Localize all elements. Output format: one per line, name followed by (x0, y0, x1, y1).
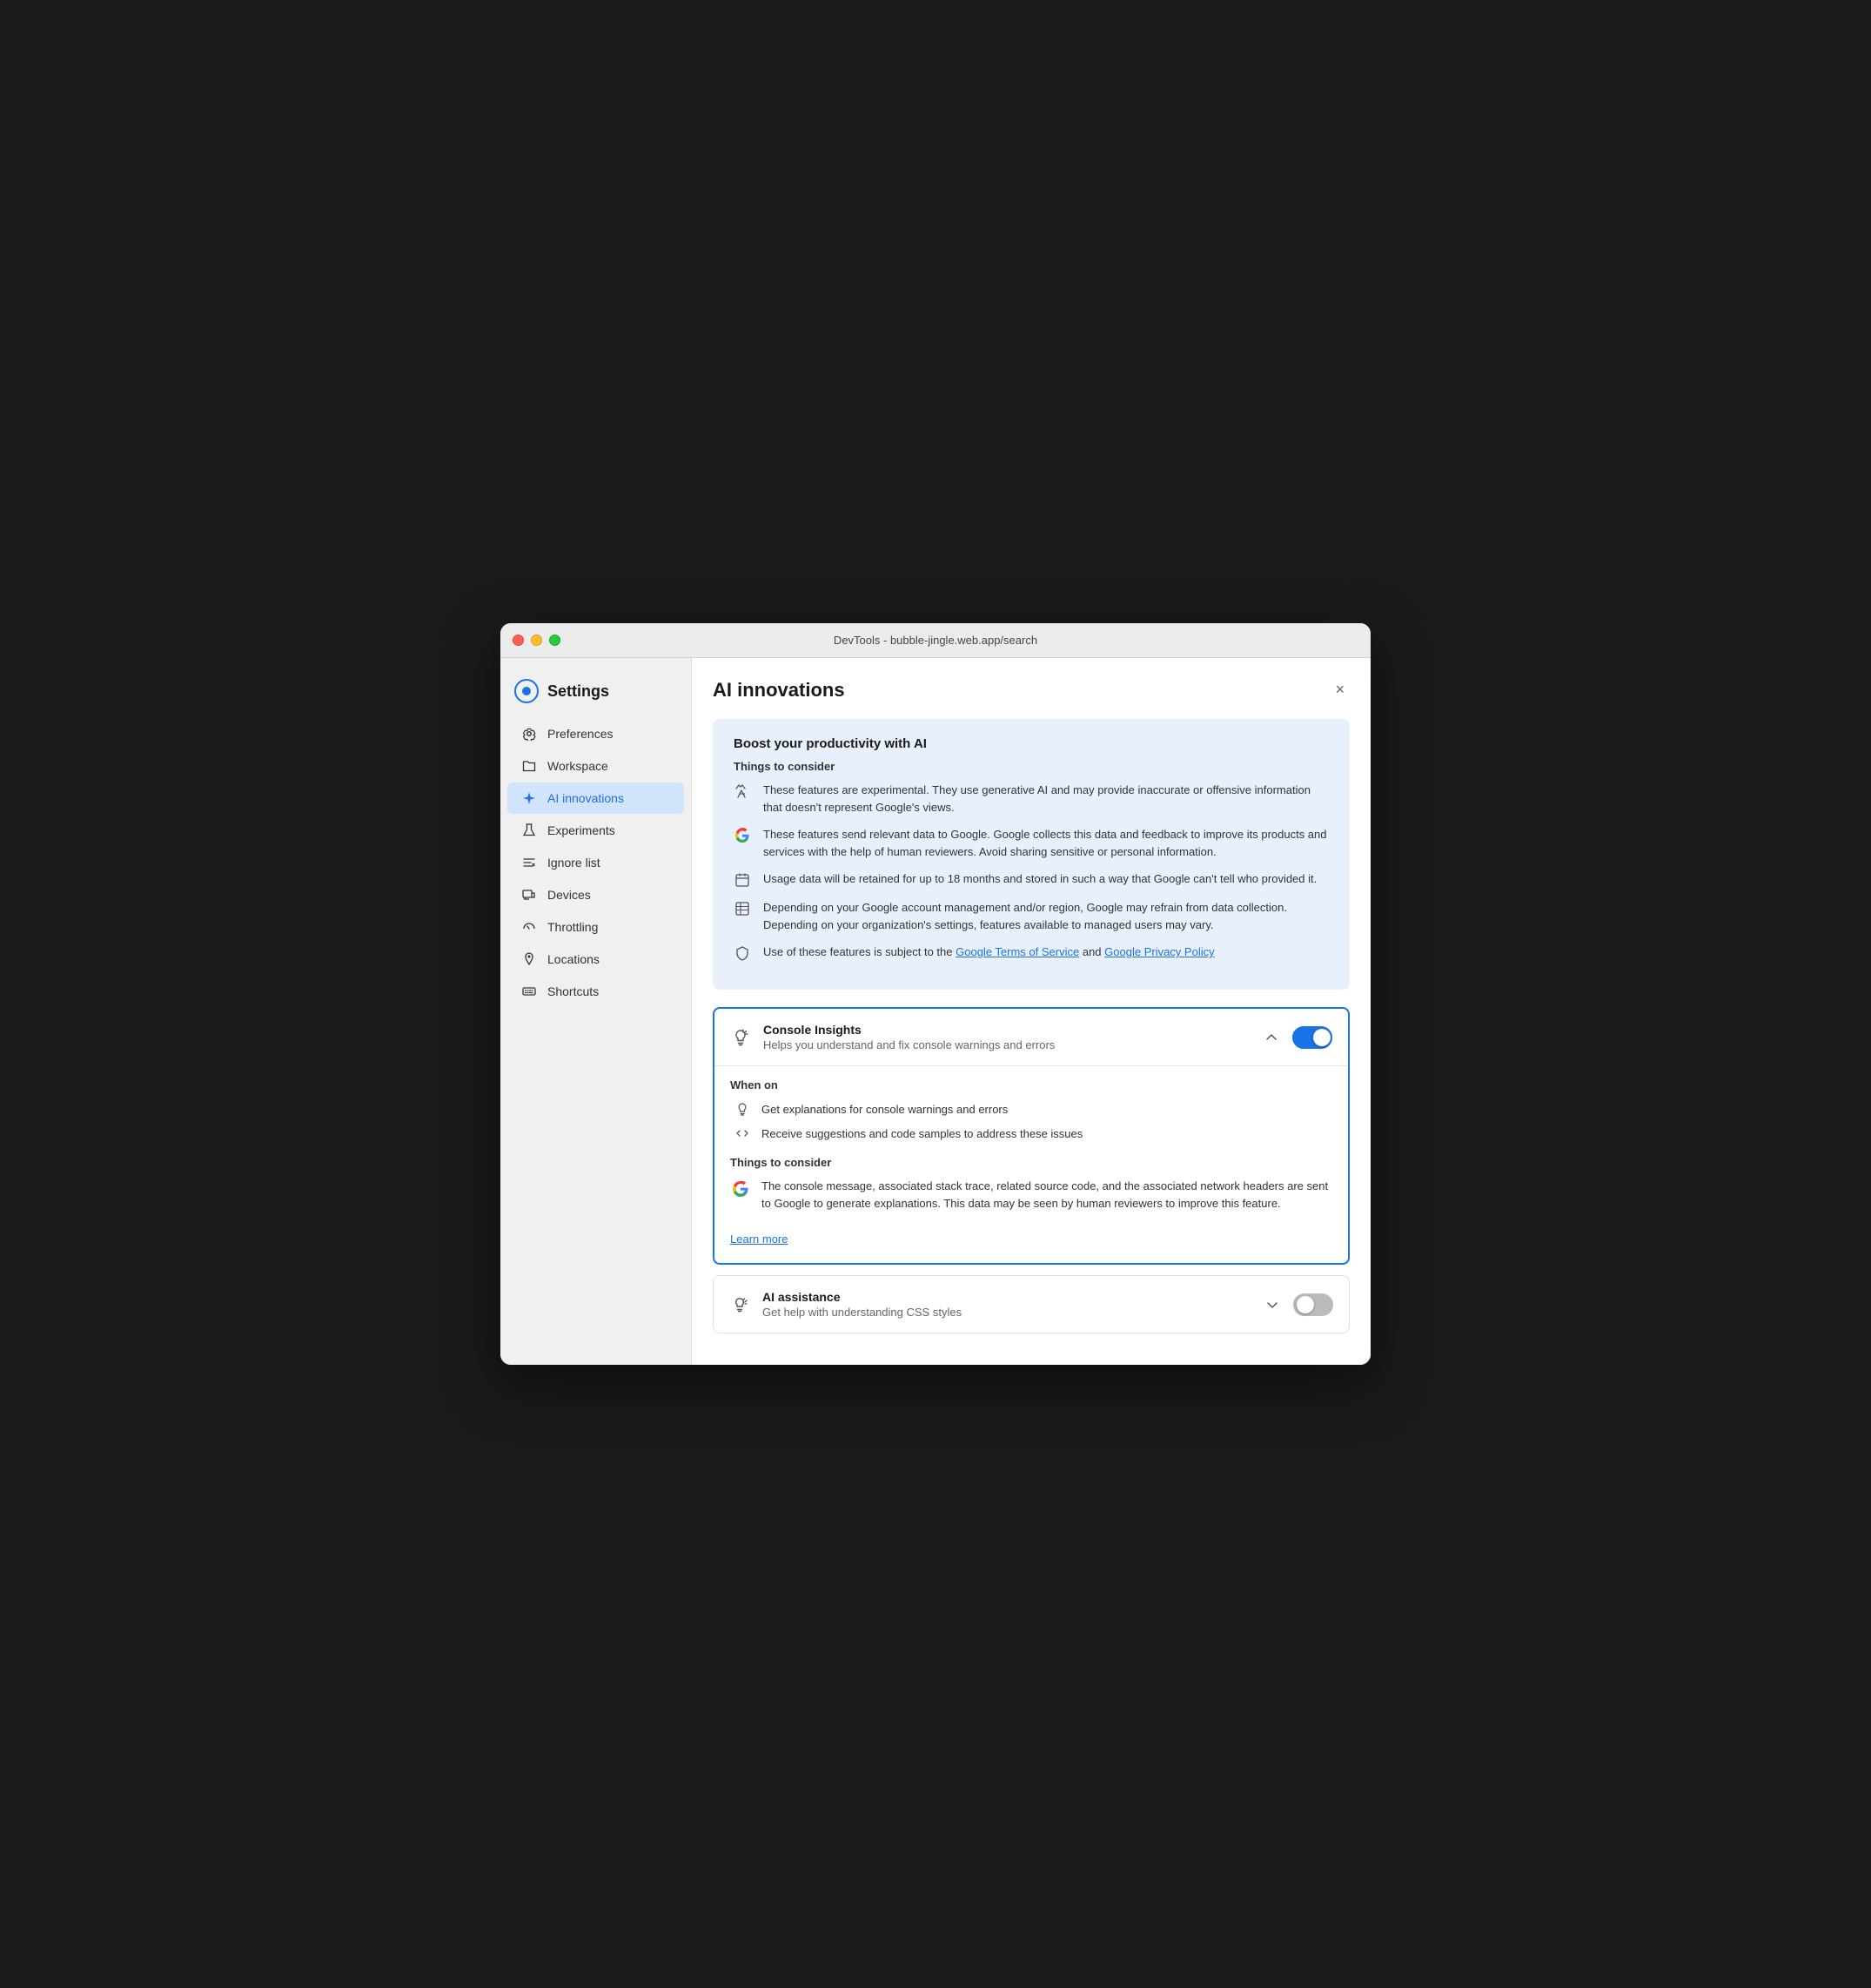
info-item-experimental: These features are experimental. They us… (734, 782, 1329, 816)
sidebar-item-label: Preferences (547, 727, 613, 741)
pin-icon (521, 951, 537, 967)
sidebar-header: Settings (500, 672, 691, 717)
close-traffic-light[interactable] (513, 635, 524, 646)
calendar-icon (734, 871, 751, 889)
things-title: Things to consider (730, 1156, 1332, 1169)
info-item-tos: Use of these features is subject to the … (734, 944, 1329, 962)
code-icon (734, 1125, 751, 1142)
info-item-calendar: Usage data will be retained for up to 18… (734, 870, 1329, 889)
minimize-traffic-light[interactable] (531, 635, 542, 646)
sidebar-item-label: Ignore list (547, 856, 600, 870)
feature-card-actions (1261, 1026, 1332, 1049)
devtools-window: DevTools - bubble-jingle.web.app/search … (500, 623, 1371, 1365)
toggle-knob (1313, 1029, 1331, 1046)
experimental-icon (734, 782, 751, 800)
info-card-subtitle: Things to consider (734, 760, 1329, 773)
info-item-text-tos: Use of these features is subject to the … (763, 944, 1215, 961)
traffic-lights (513, 635, 560, 646)
shield-icon (734, 944, 751, 962)
feature-name: Console Insights (763, 1023, 1249, 1037)
feature-card-ai-assistance: AI assistance Get help with understandin… (713, 1275, 1350, 1333)
google-g-icon (730, 1179, 751, 1199)
info-item-table: Depending on your Google account managem… (734, 899, 1329, 933)
feature-card-header: AI assistance Get help with understandin… (714, 1276, 1349, 1333)
info-card: Boost your productivity with AI Things t… (713, 719, 1350, 990)
flask-icon (521, 823, 537, 838)
sidebar-item-ai-innovations[interactable]: AI innovations (507, 782, 684, 814)
expand-button[interactable] (1262, 1294, 1283, 1315)
table-icon (734, 900, 751, 917)
sidebar-item-label: Locations (547, 952, 600, 966)
feature-card-header: Console Insights Helps you understand an… (714, 1009, 1348, 1065)
list-x-icon (521, 855, 537, 870)
info-item-text: Usage data will be retained for up to 18… (763, 870, 1317, 888)
info-item-text: Depending on your Google account managem… (763, 899, 1329, 933)
ai-assist-icon (729, 1294, 750, 1315)
main-panel: AI innovations × Boost your productivity… (692, 658, 1371, 1365)
privacy-link[interactable]: Google Privacy Policy (1104, 945, 1214, 958)
keyboard-icon (521, 984, 537, 999)
sparkle-icon (521, 790, 537, 806)
sidebar-item-locations[interactable]: Locations (507, 944, 684, 975)
sidebar-item-label: Throttling (547, 920, 598, 934)
when-on-item-text: Receive suggestions and code samples to … (761, 1127, 1083, 1140)
feature-expanded-content: When on Get explanations for console war… (714, 1065, 1348, 1263)
folder-icon (521, 758, 537, 774)
settings-logo-icon (514, 679, 539, 703)
when-on-title: When on (730, 1078, 1332, 1091)
titlebar: DevTools - bubble-jingle.web.app/search (500, 623, 1371, 658)
ai-assistance-toggle[interactable] (1293, 1293, 1333, 1316)
sidebar-item-label: Devices (547, 888, 591, 902)
sidebar-title: Settings (547, 682, 609, 701)
console-insights-toggle[interactable] (1292, 1026, 1332, 1049)
main-content: Settings Preferences (500, 658, 1371, 1365)
feature-description: Helps you understand and fix console war… (763, 1038, 1249, 1051)
sidebar-item-shortcuts[interactable]: Shortcuts (507, 976, 684, 1007)
sidebar-item-preferences[interactable]: Preferences (507, 718, 684, 749)
feature-name: AI assistance (762, 1290, 1250, 1304)
sidebar-item-label: AI innovations (547, 791, 624, 805)
toggle-knob (1297, 1296, 1314, 1313)
close-button[interactable]: × (1330, 679, 1350, 701)
sidebar-item-throttling[interactable]: Throttling (507, 911, 684, 943)
sidebar-item-label: Shortcuts (547, 984, 599, 998)
devices-icon (521, 887, 537, 903)
sidebar-item-label: Workspace (547, 759, 608, 773)
collapse-button[interactable] (1261, 1027, 1282, 1048)
maximize-traffic-light[interactable] (549, 635, 560, 646)
feature-card-actions (1262, 1293, 1333, 1316)
google-icon (734, 827, 751, 844)
titlebar-text: DevTools - bubble-jingle.web.app/search (834, 634, 1037, 647)
lightbulb-plus-icon (730, 1027, 751, 1048)
tos-link[interactable]: Google Terms of Service (956, 945, 1079, 958)
learn-more-link[interactable]: Learn more (730, 1232, 788, 1246)
things-item-text: The console message, associated stack tr… (761, 1178, 1332, 1212)
gauge-icon (521, 919, 537, 935)
when-on-item-1: Get explanations for console warnings an… (730, 1100, 1332, 1118)
sidebar-item-workspace[interactable]: Workspace (507, 750, 684, 782)
lightbulb-icon (734, 1100, 751, 1118)
when-on-item-2: Receive suggestions and code samples to … (730, 1125, 1332, 1142)
sidebar-item-devices[interactable]: Devices (507, 879, 684, 910)
feature-card-info: Console Insights Helps you understand an… (763, 1023, 1249, 1051)
info-item-text: These features send relevant data to Goo… (763, 826, 1329, 860)
things-item-1: The console message, associated stack tr… (730, 1178, 1332, 1212)
sidebar-item-ignore-list[interactable]: Ignore list (507, 847, 684, 878)
info-card-title: Boost your productivity with AI (734, 736, 1329, 751)
sidebar-item-label: Experiments (547, 823, 615, 837)
page-title: AI innovations (713, 679, 845, 702)
info-item-text: These features are experimental. They us… (763, 782, 1329, 816)
main-header: AI innovations × (713, 679, 1350, 702)
feature-card-console-insights: Console Insights Helps you understand an… (713, 1007, 1350, 1265)
gear-icon (521, 726, 537, 742)
sidebar: Settings Preferences (500, 658, 692, 1365)
when-on-item-text: Get explanations for console warnings an… (761, 1103, 1008, 1116)
feature-card-info: AI assistance Get help with understandin… (762, 1290, 1250, 1319)
feature-description: Get help with understanding CSS styles (762, 1306, 1250, 1319)
sidebar-item-experiments[interactable]: Experiments (507, 815, 684, 846)
info-item-google: These features send relevant data to Goo… (734, 826, 1329, 860)
